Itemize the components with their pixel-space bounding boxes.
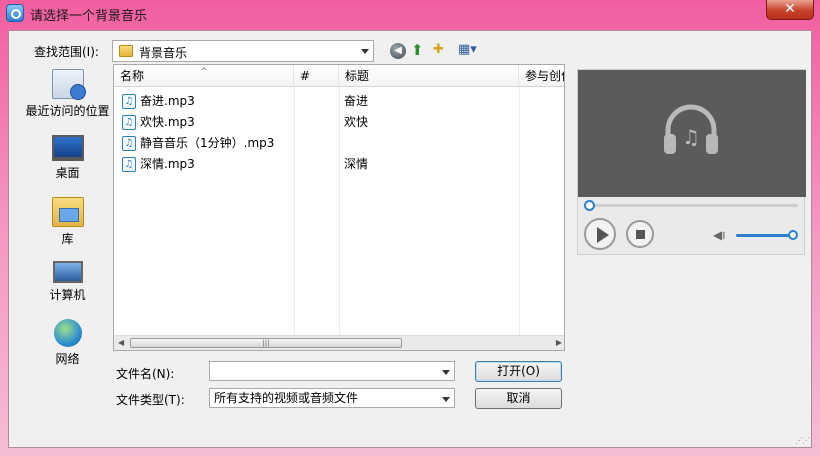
dialog-window: 请选择一个背景音乐 ✕ 查找范围(I): 背景音乐 ◀ ⬆ ✚ ▦▾ 最近访问的…	[0, 0, 820, 456]
lookin-combo[interactable]: 背景音乐	[112, 40, 374, 62]
file-name: 奋进.mp3	[140, 94, 195, 108]
file-name: 静音音乐（1分钟）.mp3	[140, 136, 275, 150]
list-item[interactable]: ♫ 奋进.mp3 奋进	[114, 91, 564, 112]
column-header-number[interactable]: #	[294, 65, 339, 87]
filename-label: 文件名(N):	[116, 367, 175, 381]
progress-knob[interactable]	[584, 200, 595, 211]
place-label: 网络	[55, 352, 80, 366]
lookin-label: 查找范围(I):	[34, 45, 99, 59]
resize-grip-icon[interactable]: ⋰⋰	[795, 436, 810, 445]
back-arrow-icon[interactable]: ◀	[390, 43, 406, 59]
dialog-body: 查找范围(I): 背景音乐 ◀ ⬆ ✚ ▦▾ 最近访问的位置 桌面 库 计算机 …	[8, 30, 812, 448]
chevron-down-icon[interactable]	[442, 397, 450, 402]
list-item[interactable]: ♫ 深情.mp3 深情	[114, 154, 564, 175]
column-header-artist[interactable]: 参与创作	[519, 65, 564, 87]
filetype-value: 所有支持的视频或音频文件	[214, 391, 359, 405]
file-name: 深情.mp3	[140, 157, 195, 171]
open-button[interactable]: 打开(O)	[475, 361, 562, 382]
file-title: 欢快	[344, 115, 369, 129]
sort-caret-icon: ^	[200, 67, 208, 77]
filetype-select[interactable]: 所有支持的视频或音频文件	[209, 388, 455, 408]
title-bar[interactable]: 请选择一个背景音乐 ✕	[0, 0, 820, 26]
network-icon	[53, 319, 82, 347]
folder-icon	[119, 45, 133, 57]
up-folder-icon[interactable]: ⬆	[411, 41, 429, 59]
volume-knob[interactable]	[788, 230, 798, 240]
new-folder-icon[interactable]: ✚	[433, 41, 451, 59]
progress-track[interactable]	[590, 204, 798, 207]
headphone-icon: ♫	[664, 104, 718, 154]
music-file-icon: ♫	[122, 94, 136, 109]
filetype-label: 文件类型(T):	[116, 393, 185, 407]
volume-track[interactable]	[736, 234, 794, 237]
list-header: 名称 ^ # 标题 参与创作	[114, 65, 564, 87]
music-file-icon: ♫	[122, 136, 136, 151]
file-list[interactable]: 名称 ^ # 标题 参与创作 ♫ 奋进.mp3 奋进 ♫ 欢快.mp3 欢快	[113, 64, 565, 351]
window-title: 请选择一个背景音乐	[30, 9, 148, 24]
scroll-right-icon[interactable]: ▶	[556, 338, 562, 347]
list-item[interactable]: ♫ 欢快.mp3 欢快	[114, 112, 564, 133]
column-label: 名称	[120, 69, 145, 83]
recent-places-icon	[51, 69, 86, 100]
column-header-name[interactable]: 名称 ^	[114, 65, 294, 87]
places-bar: 最近访问的位置 桌面 库 计算机 网络	[19, 63, 116, 373]
place-label: 桌面	[55, 166, 80, 180]
svg-text:♫: ♫	[682, 125, 700, 149]
chevron-down-icon[interactable]	[361, 49, 369, 54]
file-title: 奋进	[344, 94, 369, 108]
place-label: 最近访问的位置	[25, 104, 110, 118]
place-library[interactable]: 库	[19, 197, 116, 247]
lookin-value: 背景音乐	[139, 46, 188, 60]
cancel-button[interactable]: 取消	[475, 388, 562, 409]
scroll-left-icon[interactable]: ◀	[118, 338, 124, 347]
music-file-icon: ♫	[122, 157, 136, 172]
place-recent[interactable]: 最近访问的位置	[19, 69, 116, 119]
close-button[interactable]: ✕	[766, 0, 814, 20]
app-icon	[6, 4, 24, 22]
file-title: 深情	[344, 157, 369, 171]
file-name: 欢快.mp3	[140, 115, 195, 129]
list-item[interactable]: ♫ 静音音乐（1分钟）.mp3	[114, 133, 564, 154]
library-icon	[51, 197, 84, 227]
music-file-icon: ♫	[122, 115, 136, 130]
chevron-down-icon[interactable]	[442, 370, 450, 375]
play-button[interactable]	[584, 218, 616, 250]
volume-icon: ◀ı	[713, 228, 726, 242]
computer-icon	[52, 261, 83, 283]
place-label: 计算机	[49, 288, 86, 302]
view-menu-icon[interactable]: ▦▾	[458, 41, 488, 59]
place-computer[interactable]: 计算机	[19, 261, 116, 303]
place-network[interactable]: 网络	[19, 319, 116, 367]
desktop-icon	[51, 135, 84, 161]
media-preview: ♫ ◀ı	[577, 69, 806, 255]
preview-screen: ♫	[578, 70, 806, 197]
horizontal-scrollbar[interactable]: ◀ ||| ▶	[114, 335, 564, 350]
column-header-title[interactable]: 标题	[339, 65, 519, 87]
stop-button[interactable]	[626, 220, 654, 248]
place-label: 库	[61, 232, 74, 246]
place-desktop[interactable]: 桌面	[19, 135, 116, 181]
scroll-thumb[interactable]: |||	[130, 338, 402, 348]
filename-input[interactable]	[209, 361, 455, 381]
